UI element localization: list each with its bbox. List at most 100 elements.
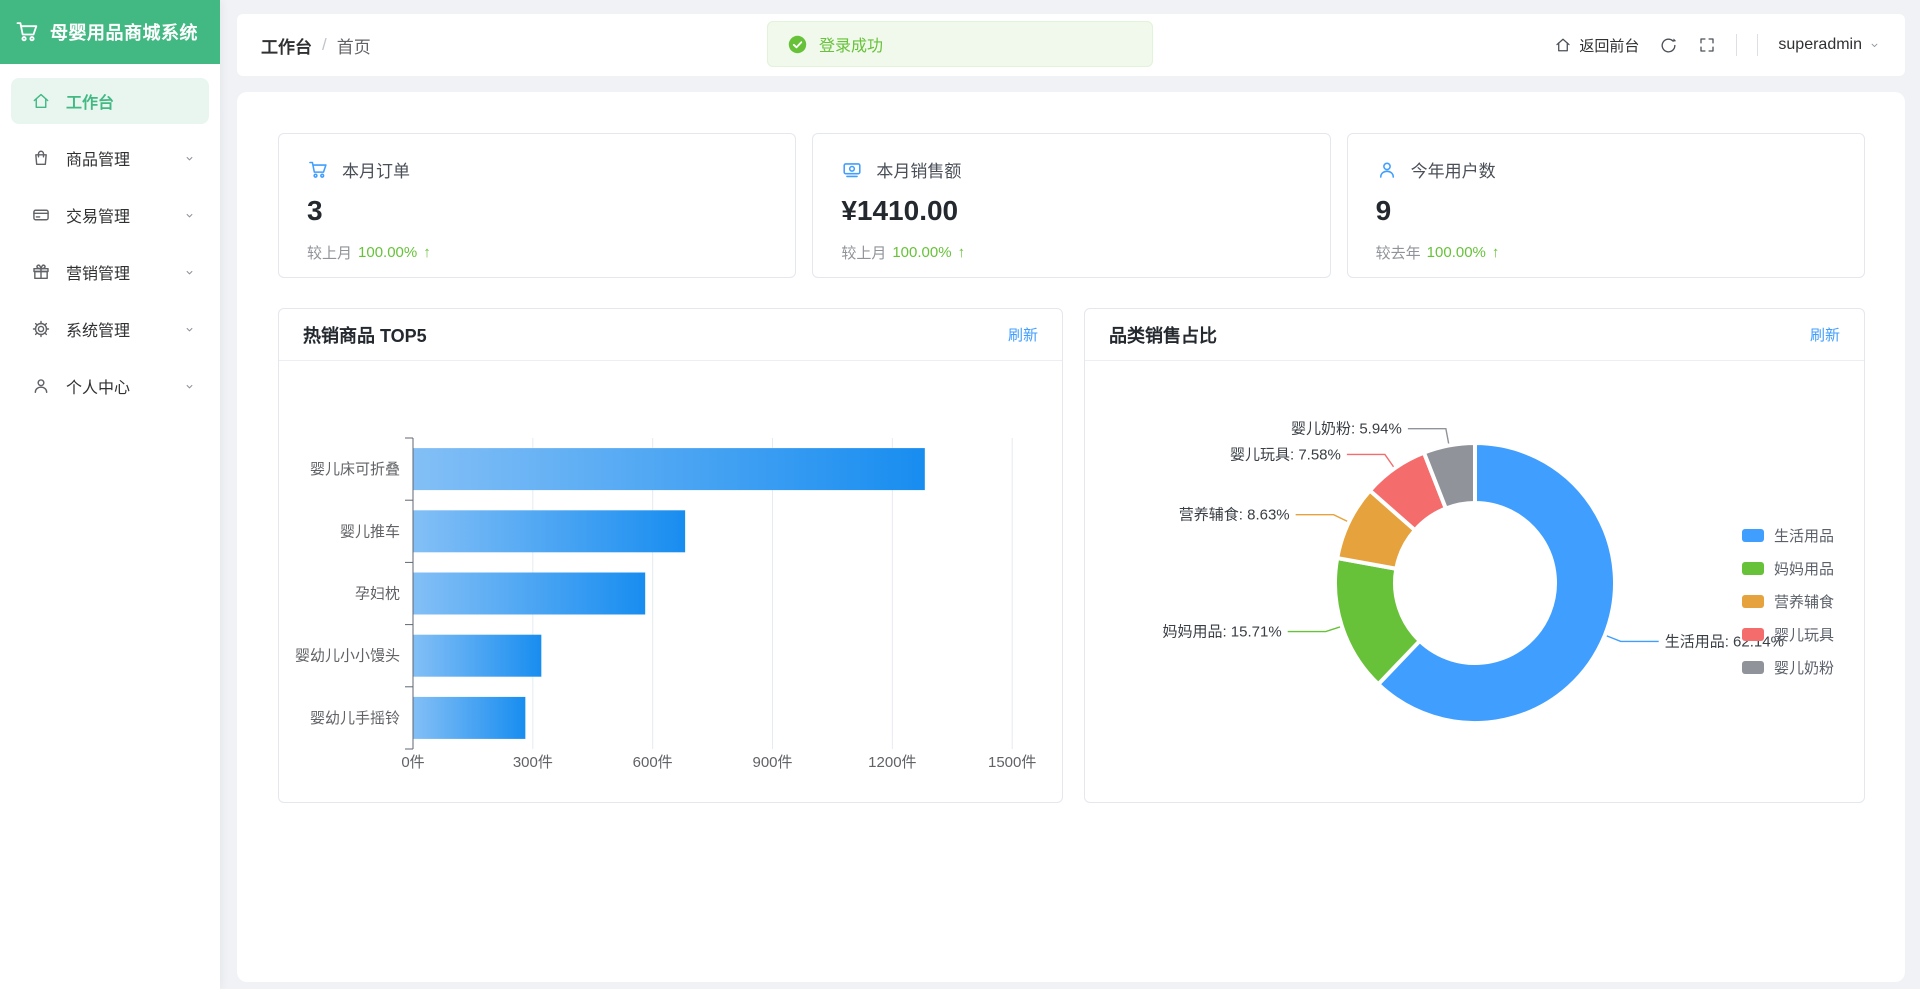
check-circle-icon <box>788 35 807 54</box>
fullscreen-button[interactable] <box>1698 36 1716 54</box>
breadcrumb-root[interactable]: 工作台 <box>261 33 312 58</box>
bar-2 <box>414 573 646 615</box>
legend-label: 妈妈用品 <box>1774 558 1834 579</box>
topbar-actions: 返回前台 superadmin <box>1554 34 1881 56</box>
app-root: 母婴用品商城系统 工作台商品管理交易管理营销管理系统管理个人中心 工作台 / 首… <box>0 0 1920 989</box>
house-icon <box>1554 36 1572 54</box>
bar-4 <box>414 697 526 739</box>
chevron-down-icon <box>182 322 197 337</box>
legend-marker <box>1742 661 1764 674</box>
fullscreen-icon <box>1698 36 1716 54</box>
sidebar-menu: 工作台商品管理交易管理营销管理系统管理个人中心 <box>0 64 220 409</box>
stat-label: 本月销售额 <box>876 157 961 182</box>
back-to-front-button[interactable]: 返回前台 <box>1554 35 1639 56</box>
bar-category-label: 婴幼儿小小馒头 <box>295 648 400 665</box>
trend-up-arrow: ↑ <box>423 244 431 261</box>
check-circle-icon <box>788 35 807 54</box>
charts-row: 热销商品 TOP5 刷新 0件300件600件900件1200件1500件婴儿床… <box>278 308 1865 803</box>
legend-label: 婴儿奶粉 <box>1774 657 1834 678</box>
home-icon <box>31 91 51 111</box>
credit-card-icon <box>31 205 51 225</box>
caret-down-icon <box>1868 39 1881 52</box>
gift-icon <box>31 262 51 282</box>
category-share-header: 品类销售占比 刷新 <box>1085 309 1864 361</box>
user-icon <box>31 376 51 396</box>
trend-up-arrow: ↑ <box>1492 244 1500 261</box>
breadcrumb-separator: / <box>322 35 327 55</box>
stat-compare: 较去年100.00%↑ <box>1376 242 1836 263</box>
donut-label-line <box>1347 454 1394 466</box>
category-share-card: 品类销售占比 刷新 生活用品: 62.14%妈妈用品: 15.71%营养辅食: … <box>1084 308 1865 803</box>
toast-message: 登录成功 <box>819 32 883 56</box>
sidebar-item-label: 交易管理 <box>66 203 130 227</box>
legend-item-0[interactable]: 生活用品 <box>1742 525 1834 546</box>
chevron-down-icon <box>182 151 197 166</box>
legend-marker <box>1742 562 1764 575</box>
hot-products-card: 热销商品 TOP5 刷新 0件300件600件900件1200件1500件婴儿床… <box>278 308 1063 803</box>
login-success-toast: 登录成功 <box>767 21 1153 67</box>
banknote-icon <box>841 159 863 181</box>
chevron-down-icon <box>182 151 197 166</box>
donut-label: 营养辅食: 8.63% <box>1179 507 1290 524</box>
bag-icon <box>31 148 51 168</box>
stat-head: 今年用户数 <box>1376 157 1836 182</box>
sidebar: 母婴用品商城系统 工作台商品管理交易管理营销管理系统管理个人中心 <box>0 0 220 989</box>
sidebar-item-trade-management[interactable]: 交易管理 <box>11 192 209 238</box>
bar-category-label: 婴儿床可折叠 <box>310 461 400 478</box>
donut-label-line <box>1288 627 1340 632</box>
legend-marker <box>1742 595 1764 608</box>
x-axis-tick-label: 1500件 <box>988 754 1036 771</box>
chevron-down-icon <box>182 265 197 280</box>
refresh-icon <box>1659 36 1678 55</box>
stat-value: ¥1410.00 <box>841 195 1301 227</box>
legend-item-3[interactable]: 婴儿玩具 <box>1742 624 1834 645</box>
user-icon <box>31 376 51 396</box>
sidebar-item-workbench[interactable]: 工作台 <box>11 78 209 124</box>
donut-label-line <box>1607 636 1659 642</box>
sidebar-item-marketing-management[interactable]: 营销管理 <box>11 249 209 295</box>
sidebar-item-system-management[interactable]: 系统管理 <box>11 306 209 352</box>
bar-1 <box>414 510 686 552</box>
x-axis-tick-label: 600件 <box>633 754 673 771</box>
trend-up-arrow: ↑ <box>958 244 966 261</box>
fullscreen-icon <box>1698 36 1716 54</box>
x-axis-tick-label: 1200件 <box>868 754 916 771</box>
hot-products-refresh-link[interactable]: 刷新 <box>1008 324 1038 345</box>
chevron-down-icon <box>182 208 197 223</box>
user-dropdown[interactable]: superadmin <box>1778 36 1881 54</box>
category-share-refresh-link[interactable]: 刷新 <box>1810 324 1840 345</box>
refresh-icon <box>1659 36 1678 55</box>
legend-item-1[interactable]: 妈妈用品 <box>1742 558 1834 579</box>
donut-label-line <box>1296 515 1348 522</box>
stat-card-yearly-users: 今年用户数9较去年100.00%↑ <box>1347 133 1865 278</box>
chevron-down-icon <box>182 208 197 223</box>
breadcrumb-current: 首页 <box>337 33 371 58</box>
sidebar-item-profile-center[interactable]: 个人中心 <box>11 363 209 409</box>
x-axis-tick-label: 900件 <box>753 754 793 771</box>
sidebar-item-product-management[interactable]: 商品管理 <box>11 135 209 181</box>
legend-marker <box>1742 529 1764 542</box>
legend-item-4[interactable]: 婴儿奶粉 <box>1742 657 1834 678</box>
gear-icon <box>31 319 51 339</box>
app-logo: 母婴用品商城系统 <box>0 0 220 64</box>
bar-category-label: 婴儿推车 <box>340 523 400 540</box>
hot-products-title: 热销商品 TOP5 <box>303 322 427 348</box>
chevron-down-icon <box>182 379 197 394</box>
gift-icon <box>31 262 51 282</box>
sidebar-item-label: 系统管理 <box>66 317 130 341</box>
cart-icon <box>307 159 329 181</box>
legend-item-2[interactable]: 营养辅食 <box>1742 591 1834 612</box>
stat-value: 3 <box>307 195 767 227</box>
donut-label: 妈妈用品: 15.71% <box>1162 624 1281 641</box>
caret-down-icon <box>1868 39 1881 52</box>
donut-legend: 生活用品妈妈用品营养辅食婴儿玩具婴儿奶粉 <box>1742 525 1834 678</box>
banknote-icon <box>841 159 863 181</box>
bar-0 <box>414 448 925 490</box>
bar-category-label: 婴幼儿手摇铃 <box>310 710 400 727</box>
donut-label: 婴儿奶粉: 5.94% <box>1291 421 1402 438</box>
stat-compare-prefix: 较上月 <box>841 242 886 263</box>
sidebar-item-label: 工作台 <box>66 89 114 113</box>
stat-head: 本月销售额 <box>841 157 1301 182</box>
stat-compare: 较上月100.00%↑ <box>841 242 1301 263</box>
refresh-button[interactable] <box>1659 36 1678 55</box>
